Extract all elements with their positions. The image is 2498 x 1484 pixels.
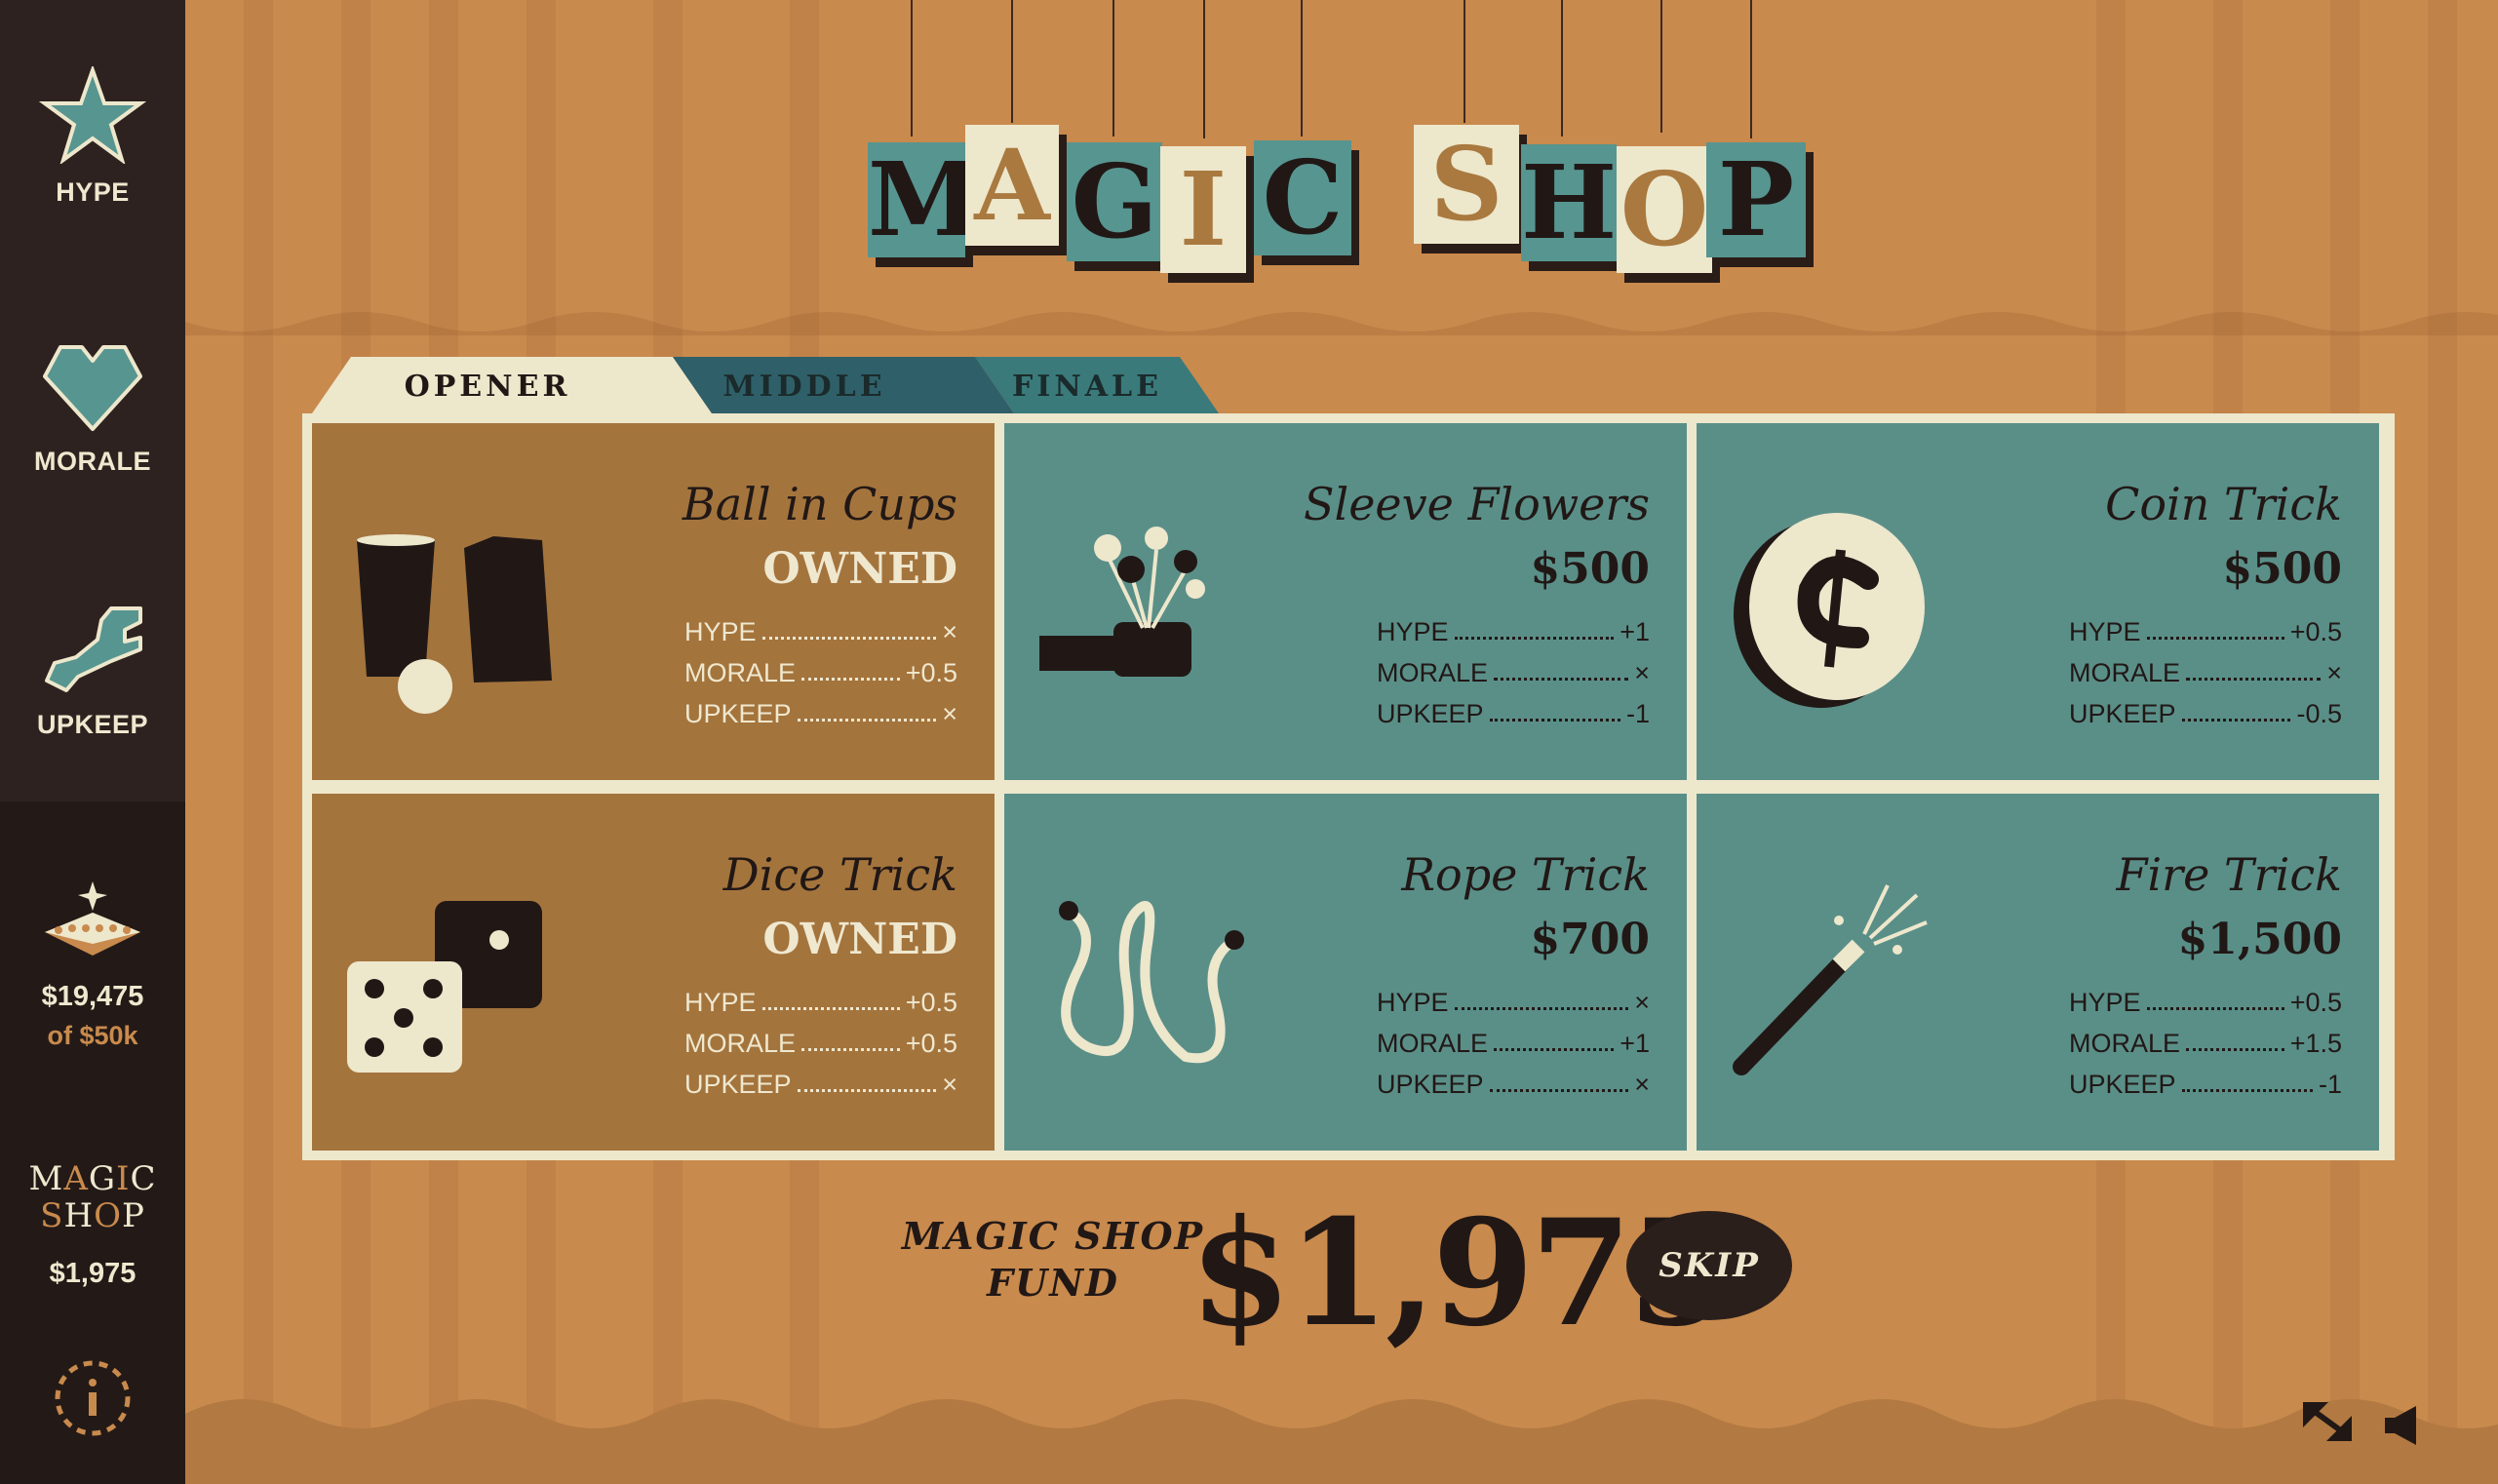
item-card-fire-trick[interactable]: Fire Trick $1,500 HYPE +0.5 MORALE +1.5 UP… (1697, 794, 2379, 1151)
item-name: Ball in Cups (682, 478, 957, 530)
stat-morale[interactable]: MORALE (0, 339, 185, 477)
stat-row: MORALE × (2069, 658, 2342, 687)
item-price: $500 (2222, 544, 2342, 594)
item-card-coin-trick[interactable]: Coin Trick $500 HYPE +0.5 MORALE × UPKEEP -… (1697, 423, 2379, 780)
title-letter: C (1254, 140, 1351, 255)
stat-row: UPKEEP × (684, 699, 957, 728)
stat-row: UPKEEP × (1377, 1070, 1650, 1099)
goal-amount: $19,475 (41, 981, 144, 1012)
item-price: $500 (1530, 544, 1650, 594)
marquee-icon (45, 881, 140, 956)
stat-row: MORALE +0.5 (684, 658, 957, 687)
item-card-rope-trick[interactable]: Rope Trick $700 HYPE × MORALE +1 UPKEEP × (1004, 794, 1687, 1151)
stat-row: UPKEEP -0.5 (2069, 699, 2342, 728)
stat-morale-label: MORALE (34, 447, 151, 476)
item-stats: HYPE × MORALE +0.5 UPKEEP × (684, 606, 957, 729)
rope-icon (1059, 901, 1244, 1064)
item-card-dice-trick[interactable]: Dice Trick OWNED HYPE +0.5 MORALE +0.5 UPK… (312, 794, 995, 1151)
title-letter: G (1067, 142, 1162, 261)
goal-target: of $50k (47, 1021, 138, 1050)
title-letter: P (1706, 142, 1806, 257)
tab-finale[interactable]: FINALE (965, 359, 1209, 415)
item-stats: HYPE +0.5 MORALE +1.5 UPKEEP -1 (2069, 977, 2342, 1100)
wand-icon (1733, 884, 1928, 1075)
stat-row: MORALE +1 (1377, 1029, 1650, 1058)
stat-row: MORALE +0.5 (684, 1029, 957, 1058)
item-name: Fire Trick (2116, 848, 2342, 901)
coin-icon (1734, 513, 1925, 708)
item-stats: HYPE +0.5 MORALE × UPKEEP -0.5 (2069, 606, 2342, 729)
magic-shop-mini-logo: MAGIC SHOP (28, 1159, 157, 1235)
sidebar: HYPE MORALE UPKEEP $19,475 of $50k MAGIC (0, 0, 185, 1484)
item-stats: HYPE +0.5 MORALE +0.5 UPKEEP × (684, 977, 957, 1100)
item-name: Dice Trick (722, 848, 957, 901)
info-icon (55, 1360, 131, 1436)
title-letter: H (1521, 142, 1618, 262)
dice-icon (347, 901, 542, 1073)
shop-amount: $1,975 (49, 1258, 137, 1289)
item-name: Coin Trick (2105, 478, 2342, 530)
title-letter: O (1617, 146, 1712, 273)
info-button[interactable] (0, 1357, 185, 1439)
sound-icon[interactable] (2383, 1404, 2426, 1447)
item-card-ball-in-cups[interactable]: Ball in Cups OWNED HYPE × MORALE +0.5 UPKE… (312, 423, 995, 780)
item-price: OWNED (762, 915, 957, 964)
flowers-icon (1039, 527, 1205, 677)
item-stats: HYPE × MORALE +1 UPKEEP × (1377, 977, 1650, 1100)
items-board: Ball in Cups OWNED HYPE × MORALE +0.5 UPKE… (302, 413, 2395, 1160)
stat-row: HYPE +0.5 (2069, 617, 2342, 646)
stat-row: HYPE × (1377, 988, 1650, 1017)
goal-progress: $19,475 of $50k (0, 878, 185, 1051)
stat-row: HYPE +1 (1377, 617, 1650, 646)
wrench-icon (45, 606, 142, 692)
stat-row: MORALE × (1377, 658, 1650, 687)
tab-opener[interactable]: OPENER (341, 359, 634, 415)
stat-row: UPKEEP -1 (2069, 1070, 2342, 1099)
cups-icon (357, 534, 552, 714)
skip-button[interactable]: SKIP (1626, 1211, 1792, 1320)
fullscreen-icon[interactable] (2303, 1402, 2361, 1451)
stat-row: MORALE +1.5 (2069, 1029, 2342, 1058)
item-name: Sleeve Flowers (1303, 478, 1650, 530)
fund-label: MAGIC SHOP FUND (901, 1214, 1205, 1305)
stat-upkeep[interactable]: UPKEEP (0, 603, 185, 740)
shop-fund-summary[interactable]: MAGIC SHOP $1,975 (0, 1160, 185, 1290)
title-letter: A (965, 125, 1059, 246)
item-price: $700 (1530, 915, 1650, 964)
item-stats: HYPE +1 MORALE × UPKEEP -1 (1377, 606, 1650, 729)
stat-upkeep-label: UPKEEP (36, 710, 149, 739)
item-price: $1,500 (2177, 915, 2342, 964)
item-price: OWNED (762, 544, 957, 594)
stat-hype-label: HYPE (56, 177, 130, 207)
title-letter: I (1160, 146, 1246, 273)
stat-row: HYPE +0.5 (684, 988, 957, 1017)
stat-hype[interactable]: HYPE (0, 66, 185, 208)
tab-middle[interactable]: MIDDLE (673, 359, 936, 415)
stat-row: UPKEEP × (684, 1070, 957, 1099)
stat-row: HYPE × (684, 617, 957, 646)
stat-row: HYPE +0.5 (2069, 988, 2342, 1017)
stat-row: UPKEEP -1 (1377, 699, 1650, 728)
star-icon (39, 66, 146, 164)
heart-icon (43, 345, 142, 431)
title-letter: S (1414, 125, 1519, 244)
stage: M A G I C S H O P OPENER MIDDLE FINALE B… (185, 0, 2498, 1484)
item-name: Rope Trick (1401, 848, 1650, 901)
title-letter: M (868, 139, 981, 259)
item-card-sleeve-flowers[interactable]: Sleeve Flowers $500 HYPE +1 MORALE × UPKEE… (1004, 423, 1687, 780)
